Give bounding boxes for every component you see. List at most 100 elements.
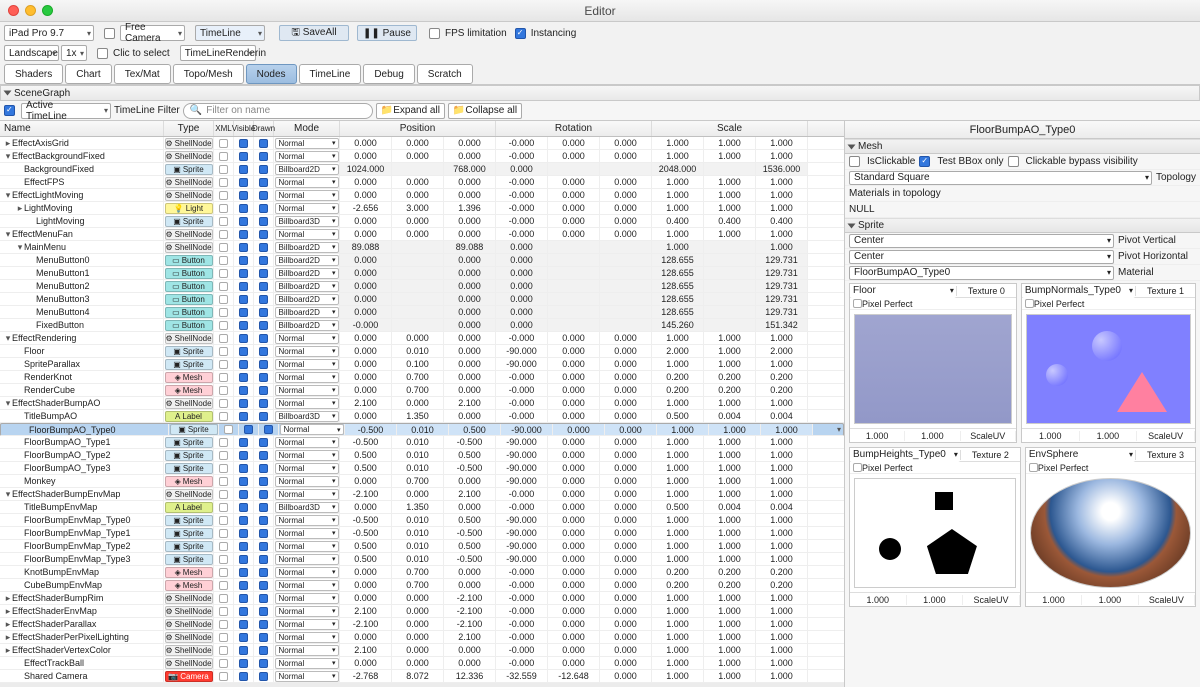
num-cell[interactable]: 0.000 (340, 566, 392, 578)
drw-chk[interactable] (259, 646, 268, 655)
tree-row[interactable]: Floor▣SpriteNormal0.0000.0100.000-90.000… (0, 345, 844, 358)
num-cell[interactable]: -90.000 (496, 553, 548, 565)
num-cell[interactable]: 1.000 (704, 670, 756, 682)
num-cell[interactable]: 129.731 (756, 254, 808, 266)
xml-chk[interactable] (219, 178, 228, 187)
num-cell[interactable]: 0.000 (600, 670, 652, 682)
num-cell[interactable]: 0.000 (548, 514, 600, 526)
num-cell[interactable]: 0.000 (600, 488, 652, 500)
num-cell[interactable]: -0.500 (444, 462, 496, 474)
vis-chk[interactable] (239, 230, 248, 239)
num-cell[interactable]: -32.559 (496, 670, 548, 682)
xml-chk[interactable] (219, 191, 228, 200)
tree-row[interactable]: CubeBumpEnvMap◈MeshNormal0.0000.7000.000… (0, 579, 844, 592)
drw-chk[interactable] (259, 490, 268, 499)
drw-chk[interactable] (259, 581, 268, 590)
mode-select[interactable]: Normal (275, 528, 339, 539)
num-cell[interactable]: -0.000 (496, 332, 548, 344)
vis-chk[interactable] (239, 191, 248, 200)
tree-row[interactable]: SpriteParallax▣SpriteNormal0.0000.1000.0… (0, 358, 844, 371)
num-cell[interactable]: -90.000 (496, 358, 548, 370)
num-cell[interactable]: 0.010 (392, 540, 444, 552)
num-cell[interactable]: 2.100 (444, 397, 496, 409)
num-cell[interactable]: 128.655 (652, 306, 704, 318)
num-cell[interactable]: 0.000 (340, 371, 392, 383)
num-cell[interactable] (600, 280, 652, 292)
num-cell[interactable] (548, 163, 600, 175)
num-cell[interactable]: 0.000 (444, 371, 496, 383)
num-cell[interactable]: 0.200 (652, 371, 704, 383)
num-cell[interactable]: 0.000 (444, 189, 496, 201)
tree-row[interactable]: ▸EffectAxisGrid⚙ShellNodeNormal0.0000.00… (0, 137, 844, 150)
num-cell[interactable]: 0.200 (756, 566, 808, 578)
xml-chk[interactable] (219, 581, 228, 590)
mode-select[interactable]: Normal (275, 489, 339, 500)
num-cell[interactable]: 1.000 (652, 592, 704, 604)
vis-chk[interactable] (239, 620, 248, 629)
vis-chk[interactable] (239, 373, 248, 382)
num-cell[interactable] (704, 306, 756, 318)
tree-row[interactable]: FixedButton▭ButtonBillboard2D-0.0000.000… (0, 319, 844, 332)
num-cell[interactable]: 0.500 (444, 449, 496, 461)
texture-slot[interactable]: BumpNormals_Type0Texture 1 Pixel Perfect… (1021, 283, 1196, 443)
num-cell[interactable]: -0.500 (340, 514, 392, 526)
drw-chk[interactable] (259, 373, 268, 382)
num-cell[interactable]: 0.000 (444, 644, 496, 656)
num-cell[interactable]: 1.000 (704, 202, 756, 214)
col-mode[interactable]: Mode (274, 121, 340, 136)
drw-chk[interactable] (259, 477, 268, 486)
mode-select[interactable]: Billboard2D (275, 281, 339, 292)
num-cell[interactable]: 1.000 (652, 150, 704, 162)
tree-row[interactable]: ▾MainMenu⚙ShellNodeBillboard2D89.08889.0… (0, 241, 844, 254)
bbox-chk[interactable] (919, 156, 930, 167)
num-cell[interactable]: 1.000 (756, 514, 808, 526)
col-scale[interactable]: Scale (652, 121, 808, 136)
num-cell[interactable]: 0.000 (340, 475, 392, 487)
num-cell[interactable]: 1.000 (652, 514, 704, 526)
num-cell[interactable]: 1.000 (704, 618, 756, 630)
num-cell[interactable]: -2.100 (444, 592, 496, 604)
num-cell[interactable]: 1.000 (756, 176, 808, 188)
tree-row[interactable]: FloorBumpAO_Type0▣SpriteNormal-0.5000.01… (0, 423, 844, 436)
num-cell[interactable]: 0.000 (605, 424, 657, 435)
num-cell[interactable]: 1.000 (704, 449, 756, 461)
num-cell[interactable]: 0.000 (392, 605, 444, 617)
num-cell[interactable]: -0.000 (340, 319, 392, 331)
num-cell[interactable]: 0.000 (548, 137, 600, 149)
num-cell[interactable]: 0.000 (340, 332, 392, 344)
num-cell[interactable]: 2048.000 (652, 163, 704, 175)
clic-chk[interactable] (97, 48, 108, 59)
num-cell[interactable]: 128.655 (652, 280, 704, 292)
tree-row[interactable]: ▸EffectShaderEnvMap⚙ShellNodeNormal2.100… (0, 605, 844, 618)
drw-chk[interactable] (259, 334, 268, 343)
num-cell[interactable]: 0.000 (340, 657, 392, 669)
num-cell[interactable]: 0.000 (548, 631, 600, 643)
num-cell[interactable]: 0.000 (444, 501, 496, 513)
num-cell[interactable]: 0.000 (548, 475, 600, 487)
close-icon[interactable] (8, 5, 19, 16)
num-cell[interactable]: 0.400 (704, 215, 756, 227)
xml-chk[interactable] (219, 503, 228, 512)
timeline-render-select[interactable]: TimeLineRenderin (180, 45, 256, 61)
num-cell[interactable]: 0.000 (392, 137, 444, 149)
num-cell[interactable]: 0.700 (392, 371, 444, 383)
num-cell[interactable]: 0.000 (340, 358, 392, 370)
num-cell[interactable]: 0.000 (548, 579, 600, 591)
tree-row[interactable]: LightMoving▣SpriteBillboard3D0.0000.0000… (0, 215, 844, 228)
num-cell[interactable]: 0.000 (340, 137, 392, 149)
num-cell[interactable]: 0.000 (600, 371, 652, 383)
num-cell[interactable]: 2.100 (340, 605, 392, 617)
num-cell[interactable] (704, 254, 756, 266)
mode-select[interactable]: Normal (275, 229, 339, 240)
num-cell[interactable]: 0.000 (600, 514, 652, 526)
num-cell[interactable]: -0.000 (496, 618, 548, 630)
num-cell[interactable]: 0.000 (600, 644, 652, 656)
num-cell[interactable]: -0.500 (444, 553, 496, 565)
num-cell[interactable]: 0.000 (600, 436, 652, 448)
num-cell[interactable]: -2.100 (340, 488, 392, 500)
vis-chk[interactable] (239, 386, 248, 395)
num-cell[interactable]: 0.000 (340, 189, 392, 201)
num-cell[interactable] (392, 280, 444, 292)
num-cell[interactable]: -0.000 (496, 605, 548, 617)
num-cell[interactable]: 0.000 (548, 410, 600, 422)
